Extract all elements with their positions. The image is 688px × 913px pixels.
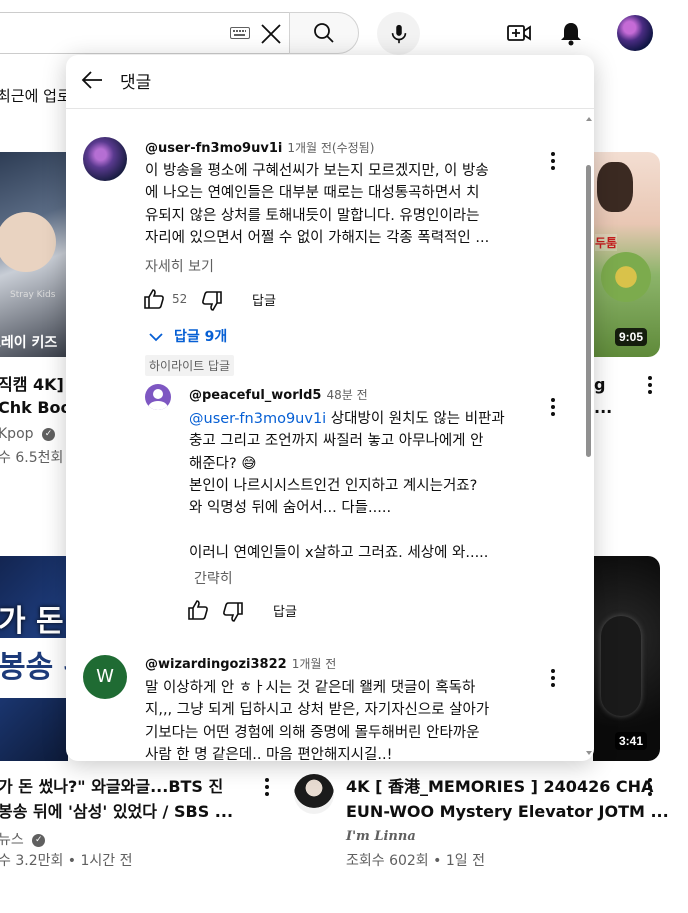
video-title-line2[interactable]: EUN-WOO Mystery Elevator JOTM ...	[346, 800, 669, 823]
comment-line: 기보다는 어떤 경험에 의해 증명에 몰두해버린 안타까운	[145, 724, 480, 741]
channel-avatar[interactable]	[294, 774, 334, 814]
video-title[interactable]: g	[594, 373, 605, 396]
comments-panel: 댓글 @user-fn3mo9uv1i 1개월 전(수정됨) 이 방송을 평소에 …	[66, 55, 594, 761]
bell-icon[interactable]	[557, 19, 585, 47]
user-mention[interactable]: @user-fn3mo9uv1i	[189, 411, 326, 427]
thumbnail-text: Stray Kids	[10, 290, 56, 300]
dislike-icon[interactable]	[200, 289, 224, 313]
thumbnail-caption: 트레이 키즈	[0, 335, 58, 351]
comment-line: 유되지 않은 상처를 토해내듯이 말합니다. 유명인이라는	[145, 207, 480, 224]
comment-menu-icon[interactable]	[551, 669, 555, 687]
channel-name[interactable]: I'm Linna	[346, 829, 416, 844]
reply-line: 이러니 연예인들이 x살하고 그러죠. 세상에 와.....	[189, 544, 489, 561]
video-duration: 9:05	[615, 328, 648, 346]
reply-line: 와 익명성 뒤에 숨어서... 다들.....	[189, 500, 392, 517]
comment-line: 에 나오는 연예인들은 대부분 때로는 대성통곡하면서 치	[145, 185, 480, 202]
back-arrow-icon[interactable]	[80, 67, 106, 93]
more-options-icon[interactable]	[265, 778, 269, 796]
comment-text: 이 방송을 평소에 구혜선씨가 보는지 모르겠지만, 이 방송 에 나오는 연예…	[145, 160, 525, 249]
verified-icon: ✓	[41, 427, 55, 441]
like-icon[interactable]	[186, 598, 210, 622]
close-icon[interactable]	[259, 22, 283, 46]
account-avatar[interactable]	[617, 15, 653, 51]
reply-line: 상대방이 원치도 않는 비판과	[326, 411, 505, 427]
panel-header: 댓글	[66, 55, 594, 109]
reply-text: @user-fn3mo9uv1i 상대방이 원치도 않는 비판과 충고 그리고 …	[189, 408, 529, 564]
comment-line: 자리에 있으면서 어쩔 수 없이 가해지는 각종 폭력적인 ...	[145, 229, 490, 246]
reply-menu-icon[interactable]	[551, 398, 555, 416]
thumbnail-caption: 가 돈	[0, 604, 64, 639]
voice-search-button[interactable]	[377, 12, 420, 55]
video-meta: 조회수 602회 • 1일 전	[346, 853, 485, 869]
reply-line: 충고 그리고 조언까지 싸질러 놓고 아무나에게 안	[189, 433, 484, 450]
video-title-line2[interactable]: ...	[594, 396, 612, 419]
comment-line: 말 이상하게 안 ㅎㅏ시는 것 같은데 왤케 댓글이 혹독하	[145, 680, 476, 696]
video-title-line2[interactable]: 봉송 뒤에 '삼성' 있었다 / SBS ...	[0, 800, 233, 823]
reply-button[interactable]: 답글	[273, 601, 297, 620]
thumbnail-caption-2: 봉송 뒤	[0, 650, 68, 685]
replies-toggle[interactable]: 답글 9개	[148, 326, 227, 346]
video-meta: 수 6.5천회	[0, 450, 64, 466]
reply-time[interactable]: 48분 전	[326, 388, 367, 402]
mic-icon	[391, 24, 406, 43]
like-icon[interactable]	[142, 287, 166, 311]
video-title-line2[interactable]: Chk Boo	[0, 396, 72, 419]
keyboard-icon[interactable]	[230, 27, 250, 39]
reply-button[interactable]: 답글	[252, 290, 276, 309]
comment-author-avatar[interactable]: W	[83, 655, 127, 699]
video-meta: 수 3.2만회 • 1시간 전	[0, 853, 133, 869]
reply-line: 본인이 나르시시스트인건 인지하고 계시는거죠?	[189, 477, 478, 494]
video-thumbnail[interactable]: Stray Kids 트레이 키즈	[0, 152, 68, 357]
video-title[interactable]: 가 돈 썼나?" 와글와글...BTS 진	[0, 775, 223, 798]
reply-author-avatar[interactable]	[145, 384, 171, 410]
video-title[interactable]: 직캠 4K]	[0, 373, 64, 396]
scroll-up-arrow[interactable]	[586, 117, 592, 121]
replies-count: 답글 9개	[174, 329, 228, 345]
comment-line: 이 방송을 평소에 구혜선씨가 보는지 모르겠지만, 이 방송	[145, 163, 489, 179]
comment-author-avatar[interactable]	[83, 137, 127, 181]
video-thumbnail[interactable]: 3:41	[593, 556, 660, 761]
comment-author[interactable]: @user-fn3mo9uv1i 1개월 전(수정됨)	[145, 139, 374, 156]
author-handle[interactable]: @peaceful_world5	[189, 388, 321, 403]
search-button[interactable]	[289, 12, 359, 54]
comment-time[interactable]: 1개월 전(수정됨)	[287, 141, 374, 155]
author-handle[interactable]: @wizardingozi3822	[145, 657, 287, 672]
comment-line: 사람 한 명 같은데.. 마음 편안해지시길..!	[145, 746, 393, 761]
channel-name[interactable]: Kpop ✓	[0, 426, 55, 442]
author-handle[interactable]: @user-fn3mo9uv1i	[145, 141, 282, 156]
reply-author[interactable]: @peaceful_world5 48분 전	[189, 386, 368, 403]
reply-line: 해준다? 😅	[189, 455, 257, 472]
video-duration: 3:41	[615, 732, 648, 750]
video-thumbnail[interactable]: 가 돈 봉송 뒤	[0, 556, 68, 761]
thumbnail-tag: 두툼	[595, 234, 618, 251]
channel-name[interactable]: 뉴스 ✓	[0, 829, 46, 849]
scrollbar-thumb[interactable]	[586, 165, 591, 457]
dislike-icon[interactable]	[221, 600, 245, 624]
search-icon	[314, 23, 334, 43]
chevron-down-icon	[149, 333, 163, 342]
more-options-icon[interactable]	[648, 376, 652, 394]
show-less-link[interactable]: 간략히	[194, 568, 233, 588]
scroll-down-arrow[interactable]	[586, 751, 592, 755]
comment-time[interactable]: 1개월 전	[292, 657, 337, 671]
panel-title: 댓글	[120, 73, 152, 93]
create-video-icon[interactable]	[505, 19, 533, 47]
verified-icon: ✓	[32, 833, 46, 847]
video-title[interactable]: 4K [ 香港_MEMORIES ] 240426 CHA	[346, 775, 653, 798]
read-more-link[interactable]: 자세히 보기	[145, 256, 214, 276]
channel-label: 뉴스	[0, 832, 24, 848]
filter-chip-recent[interactable]: 최근에 업로	[0, 85, 71, 106]
video-thumbnail[interactable]: 두툼 9:05	[593, 152, 660, 357]
comment-menu-icon[interactable]	[551, 152, 555, 170]
comment-author[interactable]: @wizardingozi3822 1개월 전	[145, 655, 336, 672]
comment-line: 지,,, 그냥 되게 딥하시고 상처 받은, 자기자신으로 살아가	[145, 702, 490, 719]
like-count: 52	[172, 292, 188, 306]
comment-text: 말 이상하게 안 ㅎㅏ시는 것 같은데 왤케 댓글이 혹독하 지,,, 그냥 되…	[145, 677, 525, 761]
more-options-icon[interactable]	[648, 778, 652, 796]
highlight-reply-chip: 하이라이트 답글	[145, 355, 235, 376]
channel-label: Kpop	[0, 426, 34, 442]
